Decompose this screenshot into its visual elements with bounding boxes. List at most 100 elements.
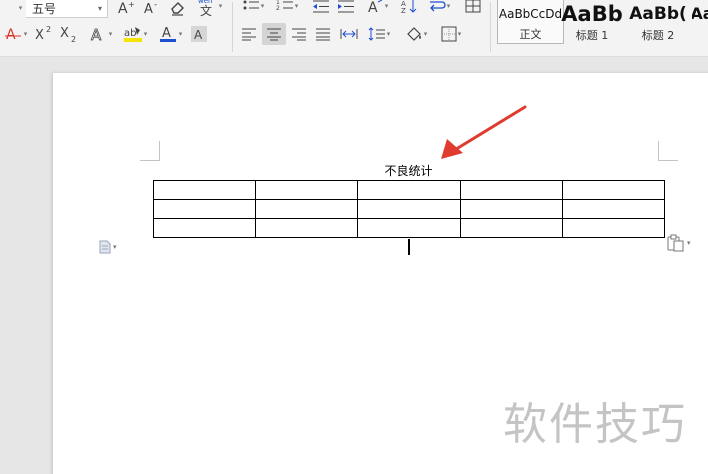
chevron-down-icon: ▾ [178, 30, 183, 38]
borders-icon [441, 26, 457, 42]
chevron-down-icon: ▾ [23, 30, 28, 38]
table-cell[interactable] [357, 199, 461, 219]
chevron-down-icon: ▾ [260, 2, 265, 10]
style-normal[interactable]: AaBbCcDd 正文 [497, 0, 564, 44]
table-cell[interactable] [255, 199, 359, 219]
subscript-button[interactable]: X2 [58, 24, 80, 44]
svg-text:-: - [154, 0, 157, 10]
shading-button[interactable]: ▾ [400, 23, 432, 45]
align-left-button[interactable] [238, 23, 260, 45]
chevron-down-icon: ▾ [113, 243, 117, 251]
distribute-button[interactable] [337, 23, 361, 45]
document-page[interactable]: 不良统计 ▾ ▾ 软件技巧 [53, 73, 708, 474]
align-left-icon [242, 28, 256, 41]
table-cell[interactable] [459, 218, 563, 238]
paragraph-mark-icon [429, 1, 446, 12]
table-row [152, 180, 666, 200]
shrink-font-button[interactable]: A- [140, 0, 164, 18]
justify-button[interactable] [312, 23, 334, 45]
font-size-value: 五号 [32, 1, 57, 16]
justify-icon [316, 28, 330, 41]
bullet-list-icon [243, 0, 259, 10]
svg-text:A: A [91, 26, 102, 44]
style-heading-3[interactable]: Aa [692, 0, 708, 44]
bullet-list-button[interactable]: ▾ [238, 0, 268, 16]
align-right-button[interactable] [288, 23, 310, 45]
style-heading-2[interactable]: AaBb( 标题 2 [625, 0, 691, 44]
highlight-button[interactable]: ab ▾ [120, 24, 150, 44]
svg-text:2: 2 [46, 25, 51, 34]
table-cell[interactable] [152, 218, 257, 238]
table-cell[interactable] [459, 180, 563, 200]
svg-text:文: 文 [200, 3, 212, 17]
svg-text:+: + [128, 0, 135, 9]
svg-text:A: A [118, 1, 128, 17]
table-cell[interactable] [561, 180, 666, 200]
table-grid-button[interactable] [462, 0, 484, 16]
data-table[interactable] [152, 180, 666, 238]
borders-button[interactable]: ▾ [436, 23, 466, 45]
eraser-icon [171, 2, 184, 16]
table-cell[interactable] [255, 180, 359, 200]
chevron-down-icon: ▾ [384, 2, 389, 10]
style-name: 正文 [519, 28, 542, 41]
red-arrow-annotation [441, 105, 527, 159]
table-cell[interactable] [561, 199, 666, 219]
char-shading-button[interactable]: A [188, 24, 210, 44]
numbered-list-icon: 12 [276, 0, 293, 12]
chevron-down-icon: ▾ [108, 30, 113, 38]
ribbon-separator [490, 2, 491, 52]
svg-text:A: A [162, 26, 171, 41]
outline-text-button[interactable]: A ▾ [84, 24, 116, 44]
table-grid-icon [465, 0, 481, 13]
style-name: 标题 1 [575, 29, 609, 42]
paste-options-button[interactable]: ▾ [666, 234, 696, 252]
numbered-list-button[interactable]: 12 ▾ [272, 0, 302, 16]
table-cell[interactable] [561, 218, 666, 238]
grow-font-button[interactable]: A + [114, 0, 138, 18]
svg-text:A: A [368, 0, 378, 14]
font-color-icon: A [159, 26, 176, 42]
align-center-icon [267, 28, 281, 41]
style-preview: AaBbCcDd [498, 7, 563, 21]
table-cell[interactable] [357, 218, 461, 238]
indent-icon [338, 0, 354, 13]
clear-format-button[interactable] [166, 0, 188, 18]
chinese-layout-icon: A [368, 0, 382, 14]
svg-text:2: 2 [71, 35, 76, 44]
font-name-dropdown-arrow[interactable]: ▾ [14, 0, 26, 18]
line-spacing-button[interactable]: ▾ [364, 23, 394, 45]
svg-text:A: A [6, 27, 16, 43]
document-title[interactable]: 不良统计 [153, 162, 664, 179]
text-effect-button[interactable]: A ▾ [0, 24, 30, 44]
show-hide-marks-button[interactable]: ▾ [424, 0, 454, 16]
char-shading-icon: A [191, 26, 207, 42]
style-heading-1[interactable]: AaBb 标题 1 [560, 0, 624, 44]
style-preview: AaBb( [629, 3, 687, 24]
svg-text:X: X [35, 28, 44, 43]
font-color-button[interactable]: A ▾ [155, 24, 185, 44]
increase-indent-button[interactable] [335, 0, 357, 16]
shrink-font-icon: A- [144, 0, 157, 17]
chinese-layout-button[interactable]: A ▾ [362, 0, 392, 16]
sort-button[interactable]: AZ [398, 0, 420, 16]
chevron-down-icon: ▾ [386, 30, 391, 38]
table-cell[interactable] [357, 180, 461, 200]
pinyin-guide-button[interactable]: wén 文 ▾ [192, 0, 226, 17]
table-cell[interactable] [152, 199, 257, 219]
chevron-down-icon: ▾ [97, 3, 102, 13]
paragraph-layout-button[interactable]: ▾ [98, 240, 126, 254]
font-size-dropdown[interactable]: 五号 ▾ [26, 0, 108, 18]
chevron-down-icon: ▾ [446, 2, 451, 10]
outline-text-icon: A [90, 26, 102, 44]
chevron-down-icon: ▾ [294, 2, 299, 10]
style-name: 标题 2 [641, 29, 675, 42]
table-cell[interactable] [459, 199, 563, 219]
superscript-button[interactable]: X2 [33, 24, 55, 44]
table-cell[interactable] [255, 218, 359, 238]
watermark: 软件技巧 [503, 399, 687, 450]
table-cell[interactable] [152, 180, 257, 200]
paint-bucket-icon [406, 27, 421, 41]
align-center-button[interactable] [262, 23, 286, 45]
decrease-indent-button[interactable] [310, 0, 332, 16]
